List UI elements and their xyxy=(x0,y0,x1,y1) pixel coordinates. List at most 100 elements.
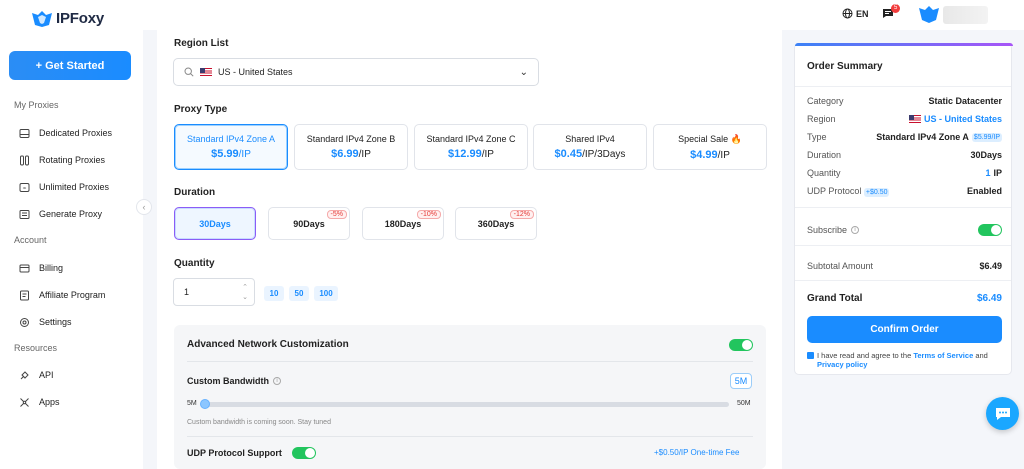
udp-toggle[interactable] xyxy=(292,447,316,459)
price-unit: /IP xyxy=(717,150,730,161)
sidebar-item-api[interactable]: API xyxy=(18,369,54,381)
language-label: EN xyxy=(856,8,869,19)
subscribe-toggle[interactable] xyxy=(978,224,1002,236)
us-flag-icon xyxy=(908,115,921,123)
price-tag: $5.99/IP xyxy=(971,132,1002,142)
sidebar-collapse-button[interactable]: ‹ xyxy=(136,199,152,215)
row-value: 30Days xyxy=(970,150,1002,160)
sidebar-item-label: Generate Proxy xyxy=(39,209,103,219)
get-started-button[interactable]: + Get Started xyxy=(9,51,131,80)
discount-badge: -12% xyxy=(509,210,534,219)
region-value: US - United States xyxy=(218,67,293,77)
price-unit: /IP xyxy=(481,149,494,160)
quantity-number: 1 xyxy=(985,168,991,178)
sidebar-item-label: Unlimited Proxies xyxy=(39,182,110,192)
sidebar-item-billing[interactable]: Billing xyxy=(18,262,63,274)
sidebar-item-apps[interactable]: Apps xyxy=(18,396,60,408)
summary-row-category: Category Static Datacenter xyxy=(807,96,1002,106)
advanced-toggle[interactable] xyxy=(729,339,753,351)
price-amount: $4.99 xyxy=(690,149,718,161)
confirm-order-button[interactable]: Confirm Order xyxy=(807,316,1002,343)
duration-label: Duration xyxy=(174,187,216,198)
sidebar-item-rotating-proxies[interactable]: Rotating Proxies xyxy=(18,154,105,166)
agree-checkbox[interactable] xyxy=(807,352,814,359)
bandwidth-label: Custom Bandwidth xyxy=(187,376,269,386)
summary-row-subscribe: Subscribe i xyxy=(807,224,1002,236)
quantity-stepper[interactable]: 1 ⌃ ⌄ xyxy=(173,278,255,306)
duration-value: 360Days xyxy=(477,218,515,229)
proxy-type-price: $5.99/IP xyxy=(175,148,287,160)
divider xyxy=(187,436,753,437)
proxy-type-price: $6.99/IP xyxy=(295,148,407,160)
agree-text: I have read and agree to the xyxy=(817,351,912,360)
duration-option-30days[interactable]: 30Days xyxy=(174,207,256,240)
proxy-type-title: Standard IPv4 Zone A xyxy=(186,134,276,144)
svg-text:∞: ∞ xyxy=(22,185,26,191)
summary-title: Order Summary xyxy=(807,61,883,72)
quantity-preset-50[interactable]: 50 xyxy=(289,286,309,301)
price-unit: /IP xyxy=(238,149,251,160)
affiliate-icon xyxy=(18,289,30,301)
sidebar-item-affiliate-program[interactable]: Affiliate Program xyxy=(18,289,105,301)
order-summary: Order Summary Category Static Datacenter… xyxy=(794,43,1013,375)
chat-support-button[interactable] xyxy=(986,397,1019,430)
generate-icon xyxy=(18,208,30,220)
sidebar-item-label: Dedicated Proxies xyxy=(39,128,113,138)
brand-logo[interactable]: IPFoxy xyxy=(32,10,104,27)
proxy-type-option-zone-a[interactable]: Standard IPv4 Zone A $5.99/IP xyxy=(174,124,288,170)
info-icon[interactable]: i xyxy=(273,377,281,385)
row-value: $6.49 xyxy=(979,261,1002,271)
price-unit: /IP/3Days xyxy=(582,149,626,160)
region-list-label: Region List xyxy=(174,38,229,49)
proxy-type-option-shared-ipv4[interactable]: Shared IPv4 $0.45/IP/3Days xyxy=(533,124,647,170)
sidebar-item-settings[interactable]: Settings xyxy=(18,316,72,328)
language-switcher[interactable]: EN xyxy=(842,8,869,19)
sidebar-item-generate-proxy[interactable]: Generate Proxy xyxy=(18,208,102,220)
proxy-type-price: $0.45/IP/3Days xyxy=(534,148,646,160)
duration-value: 90Days xyxy=(293,218,325,229)
avatar[interactable] xyxy=(919,6,939,23)
price-amount: $12.99 xyxy=(448,148,482,160)
messages-button[interactable]: 5 xyxy=(882,4,901,21)
price-amount: $0.45 xyxy=(554,148,583,160)
section-resources: Resources xyxy=(14,343,58,353)
price-amount: $6.99 xyxy=(331,148,359,160)
udp-fee: +$0.50/IP One-time Fee xyxy=(654,448,740,457)
info-icon[interactable]: i xyxy=(851,226,860,234)
summary-row-duration: Duration 30Days xyxy=(807,150,1002,160)
quantity-preset-100[interactable]: 100 xyxy=(314,286,338,301)
summary-row-grand-total: Grand Total $6.49 xyxy=(807,293,1002,304)
sidebar-item-dedicated-proxies[interactable]: Dedicated Proxies xyxy=(18,127,112,139)
summary-row-udp: UDP Protocol +$0.50 Enabled xyxy=(807,186,1002,197)
sidebar-item-unlimited-proxies[interactable]: ∞ Unlimited Proxies xyxy=(18,181,109,193)
chat-icon xyxy=(995,407,1010,420)
apps-icon xyxy=(18,396,30,408)
terms-of-service-link[interactable]: Terms of Service xyxy=(913,351,973,360)
row-value: Enabled xyxy=(966,186,1002,196)
row-value: 1 IP xyxy=(985,168,1002,178)
proxy-type-option-special-sale[interactable]: Special Sale 🔥 $4.99/IP xyxy=(653,124,767,170)
custom-bandwidth-row: Custom Bandwidth i xyxy=(187,376,281,386)
row-key: Region xyxy=(807,114,836,124)
type-text: Standard IPv4 Zone A xyxy=(876,132,969,142)
row-value: Static Datacenter xyxy=(928,96,1002,106)
duration-option-90days[interactable]: 90Days -5% xyxy=(268,207,350,240)
divider xyxy=(187,361,753,362)
duration-option-180days[interactable]: 180Days -10% xyxy=(362,207,444,240)
proxy-type-title: Standard IPv4 Zone C xyxy=(426,134,516,144)
privacy-policy-link[interactable]: Privacy policy xyxy=(817,360,867,369)
proxy-type-option-zone-b[interactable]: Standard IPv4 Zone B $6.99/IP xyxy=(294,124,408,170)
brand-name: IPFoxy xyxy=(56,10,104,27)
sidebar-item-label: Affiliate Program xyxy=(39,290,106,300)
discount-badge: -10% xyxy=(416,210,441,219)
quantity-preset-10[interactable]: 10 xyxy=(264,286,284,301)
bandwidth-slider-handle[interactable] xyxy=(200,399,210,409)
sidebar-item-label: Apps xyxy=(39,397,60,407)
stepper-arrows-icon[interactable]: ⌃ ⌄ xyxy=(242,283,248,303)
proxy-type-option-zone-c[interactable]: Standard IPv4 Zone C $12.99/IP xyxy=(414,124,528,170)
bandwidth-slider[interactable] xyxy=(205,402,729,407)
user-name-redacted[interactable] xyxy=(943,6,988,24)
duration-option-360days[interactable]: 360Days -12% xyxy=(455,207,537,240)
infinity-icon: ∞ xyxy=(18,181,30,193)
region-select[interactable]: US - United States ⌄ xyxy=(173,58,539,86)
